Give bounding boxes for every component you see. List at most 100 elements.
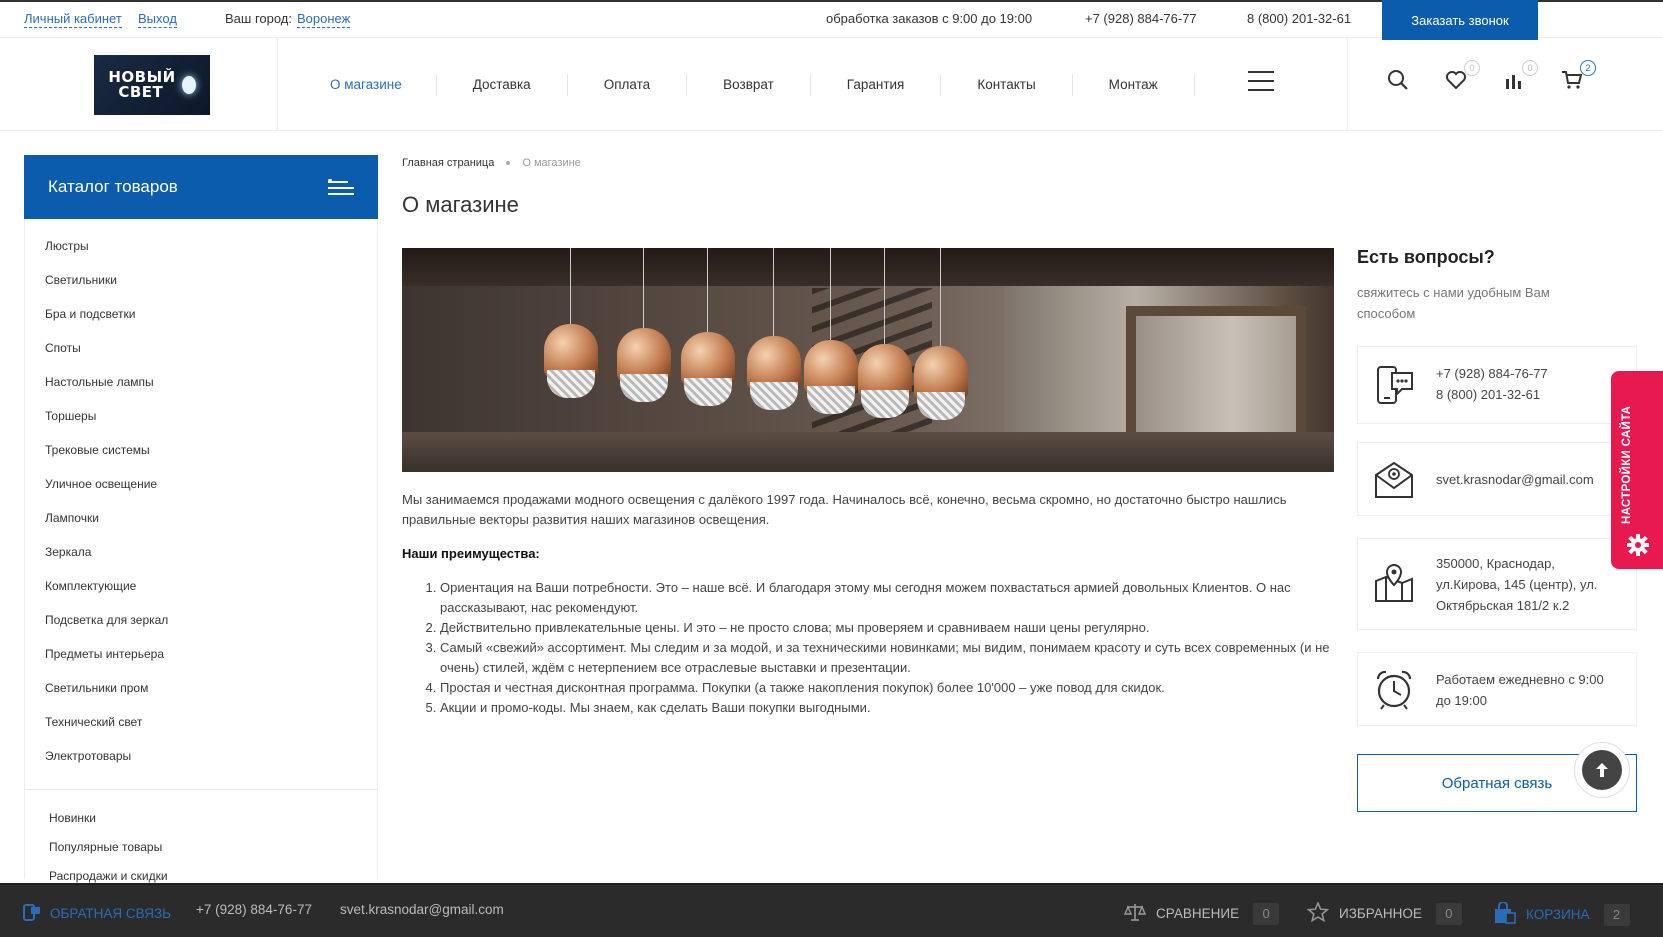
category-list: Люстры Светильники Бра и подсветки Споты Нас… (25, 219, 377, 773)
scales-icon (1123, 902, 1147, 925)
nav-warranty[interactable]: Гарантия (811, 73, 942, 96)
nav-payment[interactable]: Оплата (568, 73, 688, 96)
bottom-favorites[interactable]: ИЗБРАННОЕ 0 (1306, 901, 1462, 925)
search-icon[interactable] (1386, 68, 1414, 96)
about-content: Мы занимаемся продажами модного освещени… (402, 490, 1332, 718)
category-item[interactable]: Технический свет (25, 705, 377, 739)
nav-return[interactable]: Возврат (687, 73, 811, 96)
order-hours: обработка заказов с 9:00 до 19:00 (826, 11, 1033, 26)
bottom-cart[interactable]: КОРЗИНА 2 (1492, 901, 1630, 927)
extra-item[interactable]: Новинки (25, 804, 377, 833)
advantage-item: Простая и честная дисконтная программа. … (440, 678, 1332, 698)
contact-phone-1[interactable]: +7 (928) 884-76-77 (1436, 363, 1548, 384)
bottom-favorites-count: 0 (1435, 902, 1462, 925)
address-line-2: ул.Кирова, 145 (центр), ул. (1436, 577, 1598, 592)
questions-subtitle: свяжитесь с нами удобным Вам способом (1357, 285, 1550, 321)
bottom-cart-label: КОРЗИНА (1526, 907, 1590, 922)
advantage-item: Акции и промо-коды. Мы знаем, как сделат… (440, 698, 1332, 718)
intro-text: Мы занимаемся продажами модного освещени… (402, 492, 1287, 527)
advantages-heading: Наши преимущества: (402, 546, 540, 561)
bottom-phone[interactable]: +7 (928) 884-76-77 (196, 902, 312, 917)
breadcrumb: Главная страница О магазине (402, 157, 581, 169)
address-line-3: Октябрьская 181/2 к.2 (1436, 598, 1570, 613)
advantage-item: Действительно привлекательные цены. И эт… (440, 618, 1332, 638)
main-nav: О магазине Доставка Оплата Возврат Гаран… (320, 38, 1195, 131)
cart-count: 2 (1580, 60, 1596, 76)
top-phone-2[interactable]: 8 (800) 201-32-61 (1247, 11, 1351, 27)
address-card: 350000, Краснодар, ул.Кирова, 145 (центр… (1357, 538, 1637, 630)
top-bar: Личный кабинет Выход Ваш город: Воронеж … (0, 0, 1663, 40)
category-item[interactable]: Подсветка для зеркал (25, 603, 377, 637)
category-item[interactable]: Торшеры (25, 399, 377, 433)
logo-line-2: СВЕТ (118, 83, 164, 101)
city-selector[interactable]: Воронеж (297, 11, 351, 28)
top-phone-1[interactable]: +7 (928) 884-76-77 (1085, 11, 1197, 27)
breadcrumb-current: О магазине (522, 157, 581, 169)
bottom-bar: ОБРАТНАЯ СВЯЗЬ +7 (928) 884-76-77 svet.k… (0, 883, 1663, 937)
advantage-item: Самый «свежий» ассортимент. Мы следим и … (440, 638, 1332, 678)
advantages-list: Ориентация на Ваши потребности. Это – на… (402, 578, 1332, 718)
extra-item[interactable]: Популярные товары (25, 833, 377, 862)
menu-icon[interactable] (1248, 71, 1274, 91)
nav-contacts[interactable]: Контакты (941, 73, 1073, 96)
catalog-header[interactable]: Каталог товаров (24, 155, 378, 219)
hours-line-2: до 19:00 (1436, 693, 1487, 708)
phone-chat-icon (1372, 363, 1416, 407)
bottom-cart-count: 2 (1603, 903, 1630, 926)
contact-email[interactable]: svet.krasnodar@gmail.com (1436, 469, 1594, 490)
questions-title: Есть вопросы? (1357, 247, 1495, 267)
logo[interactable]: НОВЫЙ СВЕТ (94, 55, 210, 115)
catalog-title: Каталог товаров (48, 177, 178, 196)
category-item[interactable]: Светильники пром (25, 671, 377, 705)
nav-installation[interactable]: Монтаж (1073, 73, 1195, 96)
bottom-compare-count: 0 (1253, 902, 1280, 925)
feedback-icon (22, 902, 42, 925)
sidebar: Люстры Светильники Бра и подсветки Споты Нас… (24, 219, 378, 883)
nav-delivery[interactable]: Доставка (437, 73, 568, 96)
hours-card: Работаем ежедневно с 9:00 до 19:00 (1357, 652, 1637, 726)
category-item[interactable]: Предметы интерьера (25, 637, 377, 671)
category-item[interactable]: Уличное освещение (25, 467, 377, 501)
settings-tab-label: НАСТРОЙКИ САЙТА (1621, 405, 1633, 524)
bottom-email[interactable]: svet.krasnodar@gmail.com (340, 902, 504, 917)
order-call-button[interactable]: Заказать звонок (1382, 0, 1538, 40)
alarm-clock-icon (1372, 667, 1416, 711)
map-pin-icon (1372, 561, 1416, 605)
category-item[interactable]: Люстры (25, 229, 377, 263)
bottom-favorites-label: ИЗБРАННОЕ (1339, 906, 1422, 921)
hero-image (402, 248, 1334, 472)
bottom-compare[interactable]: СРАВНЕНИЕ 0 (1123, 902, 1280, 925)
category-item[interactable]: Лампочки (25, 501, 377, 535)
extra-list: Новинки Популярные товары Распродажи и ски… (25, 790, 377, 891)
category-item[interactable]: Светильники (25, 263, 377, 297)
advantage-item: Ориентация на Ваши потребности. Это – на… (440, 578, 1332, 618)
address-line-1: 350000, Краснодар, (1436, 556, 1555, 571)
header-icons: 0 0 2 (1347, 38, 1663, 131)
nav-about[interactable]: О магазине (320, 73, 437, 96)
favorites-icon[interactable]: 0 (1444, 60, 1480, 96)
breadcrumb-home[interactable]: Главная страница (402, 157, 494, 169)
bottom-compare-label: СРАВНЕНИЕ (1156, 906, 1240, 921)
category-item[interactable]: Трековые системы (25, 433, 377, 467)
catalog-menu-icon[interactable] (328, 179, 354, 195)
hours-line-1: Работаем ежедневно с 9:00 (1436, 672, 1604, 687)
category-item[interactable]: Настольные лампы (25, 365, 377, 399)
logout-link[interactable]: Выход (138, 11, 177, 28)
category-item[interactable]: Комплектующие (25, 569, 377, 603)
compare-count: 0 (1522, 60, 1538, 76)
category-item[interactable]: Электротовары (25, 739, 377, 773)
logo-cell: НОВЫЙ СВЕТ (24, 38, 278, 131)
compare-icon[interactable]: 0 (1502, 60, 1538, 96)
category-item[interactable]: Бра и подсветки (25, 297, 377, 331)
scroll-to-top-button[interactable] (1574, 742, 1630, 798)
site-settings-tab[interactable]: НАСТРОЙКИ САЙТА (1611, 371, 1663, 569)
mail-icon (1372, 457, 1416, 501)
contact-phone-2[interactable]: 8 (800) 201-32-61 (1436, 384, 1548, 405)
category-item[interactable]: Споты (25, 331, 377, 365)
star-icon (1306, 901, 1330, 925)
favorites-count: 0 (1464, 60, 1480, 76)
account-link[interactable]: Личный кабинет (24, 11, 122, 28)
bottom-feedback[interactable]: ОБРАТНАЯ СВЯЗЬ (22, 902, 171, 925)
cart-icon[interactable]: 2 (1560, 60, 1596, 96)
category-item[interactable]: Зеркала (25, 535, 377, 569)
